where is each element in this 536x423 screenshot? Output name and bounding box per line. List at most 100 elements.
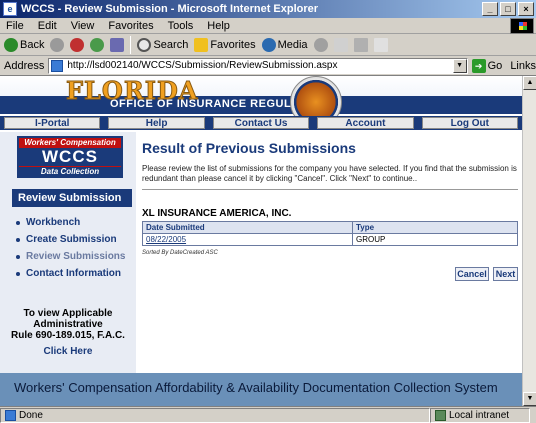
company-name: XL INSURANCE AMERICA, INC.	[142, 208, 292, 219]
forward-arrow-icon	[50, 37, 65, 52]
stop-icon	[70, 37, 85, 52]
rule-note-line: Administrative	[33, 319, 103, 330]
nav-iportal[interactable]: I-Portal	[4, 117, 101, 129]
menu-favorites[interactable]: Favorites	[108, 20, 153, 32]
minimize-button[interactable]: _	[482, 2, 498, 16]
stop-button[interactable]	[70, 37, 85, 52]
web-page: FLORIDA OFFICE OF INSURANCE REGULATION I…	[0, 76, 522, 406]
rule-note-line: To view Applicable	[23, 308, 113, 319]
sidebar-item-contact-information[interactable]: Contact Information	[14, 265, 134, 282]
intro-text: Please review the list of submissions fo…	[142, 164, 517, 183]
logo-main-text: WCCS	[19, 148, 121, 166]
address-bar: Address http://lsd002140/WCCS/Submission…	[0, 56, 536, 76]
page-done-icon	[5, 409, 16, 421]
column-header-date: Date Submitted	[142, 221, 353, 234]
status-pane: Done	[0, 407, 430, 423]
edit-page-icon	[373, 37, 388, 52]
close-button[interactable]: ×	[518, 2, 534, 16]
date-cell: 08/22/2005	[142, 233, 353, 246]
footer-band: Workers' Compensation Affordability & Av…	[0, 373, 522, 406]
sort-note: Sorted By DateCreated ASC	[142, 250, 218, 256]
search-button[interactable]: Search	[137, 37, 189, 52]
ie-icon: e	[3, 2, 17, 16]
sidebar-item-label: Contact Information	[26, 268, 121, 279]
back-label: Back	[20, 38, 45, 51]
bullet-icon	[16, 237, 20, 242]
media-button[interactable]: Media	[261, 37, 308, 52]
back-button[interactable]: Back	[4, 37, 45, 52]
status-bar: Done Local intranet	[0, 406, 536, 423]
favorites-button[interactable]: Favorites	[194, 37, 256, 52]
vertical-scrollbar[interactable]: ▲ ▼	[522, 76, 536, 406]
menu-view[interactable]: View	[71, 20, 95, 32]
nav-account[interactable]: Account	[317, 117, 414, 129]
print-button[interactable]	[353, 37, 368, 52]
main-content: Result of Previous Submissions Please re…	[142, 132, 520, 373]
sidebar-item-create-submission[interactable]: Create Submission	[14, 231, 134, 248]
sidebar-item-review-submissions[interactable]: Review Submissions	[14, 248, 134, 265]
zone-text: Local intranet	[449, 409, 510, 421]
search-label: Search	[153, 38, 189, 51]
links-button[interactable]: Links	[510, 60, 536, 72]
refresh-button[interactable]	[90, 37, 105, 52]
scroll-up-icon[interactable]: ▲	[523, 76, 536, 90]
cancel-button[interactable]: Cancel	[455, 267, 489, 281]
nav-help[interactable]: Help	[108, 117, 205, 129]
home-button[interactable]	[110, 37, 125, 52]
menu-help[interactable]: Help	[207, 20, 230, 32]
menu-file[interactable]: File	[6, 20, 24, 32]
next-button[interactable]: Next	[493, 267, 518, 281]
menu-bar: File Edit View Favorites Tools Help	[0, 18, 536, 34]
divider	[142, 189, 518, 190]
sidebar-menu: Workbench Create Submission Review Submi…	[14, 214, 134, 282]
top-nav: I-Portal Help Contact Us Account Log Out	[0, 116, 522, 130]
page-title: Result of Previous Submissions	[142, 140, 356, 156]
column-header-type: Type	[352, 221, 518, 234]
go-arrow-icon: ➔	[471, 58, 486, 73]
sidebar-item-workbench[interactable]: Workbench	[14, 214, 134, 231]
home-icon	[110, 37, 125, 52]
type-cell: GROUP	[352, 233, 518, 246]
history-button[interactable]	[313, 37, 328, 52]
sidebar-item-label: Create Submission	[26, 234, 117, 245]
click-here-link[interactable]: Click Here	[0, 346, 136, 357]
address-input[interactable]: http://lsd002140/WCCS/Submission/ReviewS…	[48, 57, 468, 74]
toolbar-separator	[130, 35, 132, 54]
scroll-down-icon[interactable]: ▼	[523, 392, 536, 406]
bullet-icon	[16, 220, 20, 225]
logo-bottom-text: Data Collection	[19, 166, 121, 176]
window-title: WCCS - Review Submission - Microsoft Int…	[21, 3, 319, 15]
go-label: Go	[487, 59, 503, 72]
submission-date-link[interactable]: 08/22/2005	[146, 235, 186, 244]
edit-button[interactable]	[373, 37, 388, 52]
page-icon	[51, 59, 64, 72]
back-arrow-icon	[4, 37, 18, 52]
windows-logo-icon	[510, 18, 534, 34]
printer-icon	[353, 37, 368, 52]
browser-toolbar: Back Search Favorites Media	[0, 34, 536, 56]
address-label: Address	[4, 59, 45, 72]
star-icon	[194, 37, 209, 52]
search-icon	[137, 37, 152, 52]
menu-edit[interactable]: Edit	[38, 20, 57, 32]
refresh-icon	[90, 37, 105, 52]
intranet-icon	[435, 409, 446, 421]
mail-button[interactable]	[333, 37, 348, 52]
nav-contact-us[interactable]: Contact Us	[212, 117, 310, 129]
address-dropdown-icon[interactable]: ▼	[452, 58, 467, 73]
media-label: Media	[277, 38, 308, 51]
submissions-table: Date Submitted Type 08/22/2005 GROUP	[142, 221, 518, 246]
forward-button[interactable]	[50, 37, 65, 52]
sidebar-heading: Review Submission	[12, 189, 132, 207]
sidebar-item-label: Review Submissions	[26, 251, 126, 262]
menu-tools[interactable]: Tools	[168, 20, 194, 32]
status-text: Done	[19, 409, 43, 421]
footer-text: Workers' Compensation Affordability & Av…	[14, 380, 498, 395]
nav-log-out[interactable]: Log Out	[421, 117, 519, 129]
mail-icon	[333, 37, 348, 52]
security-zone: Local intranet	[430, 407, 530, 423]
maximize-button[interactable]: □	[500, 2, 516, 16]
table-header-row: Date Submitted Type	[142, 221, 518, 234]
go-button[interactable]: ➔ Go	[471, 58, 503, 73]
window-title-bar: e WCCS - Review Submission - Microsoft I…	[0, 0, 536, 18]
